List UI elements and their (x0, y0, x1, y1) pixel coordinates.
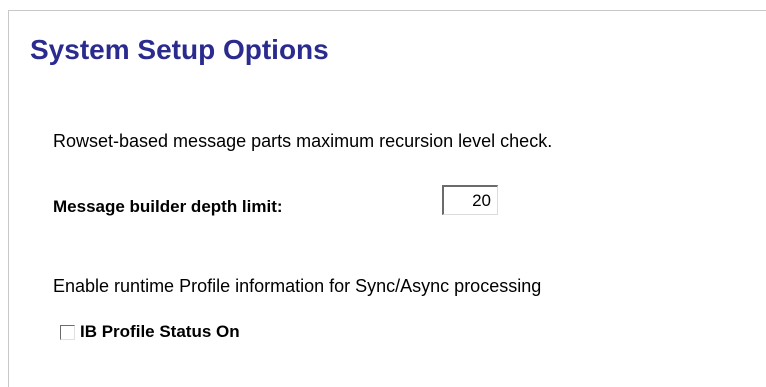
depth-limit-label: Message builder depth limit: (53, 197, 283, 216)
depth-limit-input[interactable] (442, 185, 498, 215)
page-title: System Setup Options (30, 34, 329, 65)
profile-description: Enable runtime Profile information for S… (53, 276, 542, 296)
recursion-description: Rowset-based message parts maximum recur… (53, 131, 553, 151)
profile-status-label: IB Profile Status On (80, 322, 240, 341)
profile-status-checkbox[interactable] (60, 324, 75, 340)
profile-status-toggle[interactable]: IB Profile Status On (60, 322, 240, 342)
